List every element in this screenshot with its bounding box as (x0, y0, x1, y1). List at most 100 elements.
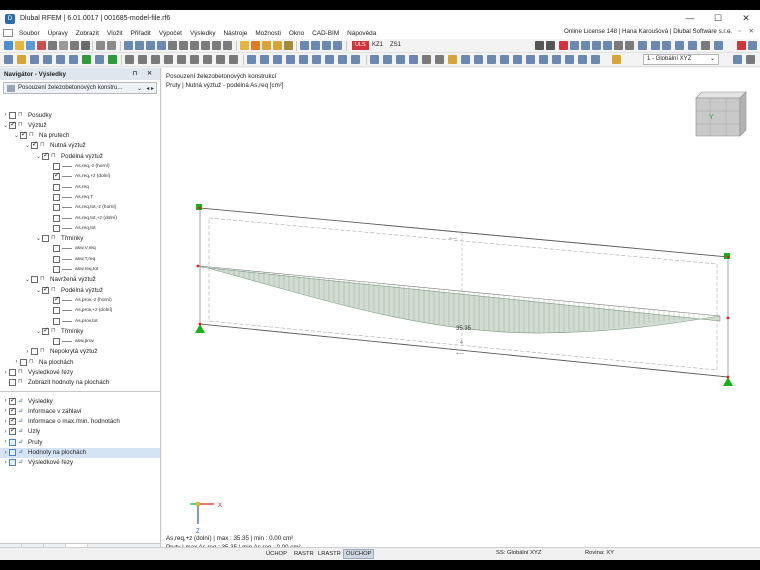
link-icon[interactable] (474, 55, 483, 64)
chevron-right-icon[interactable]: › (2, 408, 9, 414)
tree-row[interactable]: asw,prov (0, 337, 160, 347)
menu-okno[interactable]: Okno (285, 30, 308, 37)
tree-row[interactable]: ⌄ ⊓ Podélná výztuž (0, 285, 160, 295)
snap-grid-icon[interactable] (370, 55, 379, 64)
view-options-icon[interactable] (733, 55, 742, 64)
expand-icon[interactable] (746, 55, 755, 64)
deformation-icon[interactable] (592, 41, 601, 50)
join-icon[interactable] (203, 55, 212, 64)
import-icon[interactable] (513, 55, 522, 64)
calculator-icon[interactable] (240, 41, 249, 50)
wireframe-icon[interactable] (201, 41, 210, 50)
menu-vypocet[interactable]: Výpočet (155, 30, 186, 37)
color-scale-icon[interactable] (651, 41, 660, 50)
comment-icon[interactable] (273, 55, 282, 64)
legend-icon[interactable] (638, 41, 647, 50)
support-node-2[interactable] (724, 253, 730, 259)
tree-row[interactable]: › ⊓ Nepokrytá výztuž (0, 347, 160, 357)
tree-row[interactable]: ⌄ ⊓ Třmínky (0, 234, 160, 244)
chevron-down-icon[interactable]: ⌄ (2, 122, 9, 129)
chevron-right-icon[interactable]: › (2, 429, 9, 435)
menu-moznosti[interactable]: Možnosti (251, 30, 285, 37)
move-icon[interactable] (125, 55, 134, 64)
table-icon[interactable] (300, 41, 309, 50)
filter-icon[interactable] (351, 55, 360, 64)
tree-row[interactable]: ⌄ ⊓ Navržená výztuž (0, 275, 160, 285)
display-tree-row[interactable]: › ⊿ Pruty (0, 437, 160, 447)
display-tree-row[interactable]: › ⊿ Hodnoty na plochách (0, 447, 160, 458)
node-icon[interactable] (17, 55, 26, 64)
display-checkbox[interactable] (9, 459, 16, 467)
undo-icon[interactable] (96, 41, 105, 50)
tree-checkbox[interactable] (20, 130, 27, 140)
trim-icon[interactable] (216, 55, 225, 64)
model-canvas[interactable]: ⟵ ⟵ 35.35 4 Y X Z (162, 68, 760, 556)
tree-checkbox[interactable] (31, 140, 38, 150)
tree-checkbox[interactable] (53, 171, 60, 181)
section-icon[interactable] (614, 41, 623, 50)
view-cube[interactable]: Y (695, 91, 747, 137)
chevron-down-icon[interactable]: ⌄ (24, 142, 31, 149)
print-icon[interactable] (37, 41, 46, 50)
tree-checkbox[interactable] (53, 266, 60, 273)
cs-icon[interactable] (325, 55, 334, 64)
menu-priradit[interactable]: Přiřadit (127, 30, 155, 37)
tree-row[interactable]: › ⊓ Posudky (0, 110, 160, 120)
model-viewport[interactable]: ⟵ ⟵ 35.35 4 Y X Z Posouzení železobetono… (162, 68, 760, 556)
save-icon[interactable] (26, 41, 35, 50)
status-btn-ouchop[interactable]: OUCHOP (343, 549, 375, 559)
tree-row[interactable]: ⌄ ⊓ Výztuž (0, 120, 160, 130)
hinge-icon[interactable] (95, 55, 104, 64)
tree-checkbox[interactable] (53, 245, 60, 253)
printer-icon[interactable] (48, 41, 57, 50)
anim-icon[interactable] (581, 41, 590, 50)
tree-checkbox[interactable] (9, 120, 16, 129)
tree-checkbox[interactable] (31, 276, 38, 284)
ruler-icon[interactable] (409, 55, 418, 64)
edit-table-icon[interactable] (311, 41, 320, 50)
results-icon[interactable] (273, 41, 282, 50)
check-icon[interactable] (262, 41, 271, 50)
layers-icon[interactable] (70, 41, 79, 50)
statistic-icon[interactable] (591, 55, 600, 64)
report-icon[interactable] (81, 41, 90, 50)
display-tree-row[interactable]: › ⊿ Uzly (0, 426, 160, 437)
more-icon[interactable] (748, 41, 757, 50)
member-icon[interactable] (43, 55, 52, 64)
values-icon[interactable] (625, 41, 634, 50)
combo-nav-arrows[interactable]: ◂ ▸ (146, 85, 154, 92)
graph-icon[interactable] (565, 55, 574, 64)
bim-icon[interactable] (487, 55, 496, 64)
tree-checkbox[interactable] (53, 163, 60, 170)
tree-checkbox[interactable] (31, 348, 38, 356)
tree-checkbox[interactable] (20, 358, 27, 366)
view-front-icon[interactable] (124, 41, 133, 50)
tree-row[interactable]: › ⊓ Výsledkové řezy (0, 368, 160, 378)
chevron-down-icon[interactable]: ⌄ (35, 287, 42, 294)
tree-checkbox[interactable] (53, 295, 60, 304)
sync-icon[interactable] (526, 55, 535, 64)
workplane-icon[interactable] (312, 55, 321, 64)
tree-row[interactable]: As,req,+z (dolní) (0, 171, 160, 182)
tree-checkbox[interactable] (53, 317, 60, 325)
display-checkbox[interactable] (9, 396, 16, 405)
open-folder-icon[interactable] (15, 41, 24, 50)
section-cut-icon[interactable] (422, 55, 431, 64)
clipping-icon[interactable] (435, 55, 444, 64)
node-dot-6[interactable] (726, 375, 730, 379)
iso-lines-icon[interactable] (662, 41, 671, 50)
tree-checkbox[interactable] (53, 214, 60, 222)
hamburger-icon[interactable] (3, 29, 13, 37)
tree-checkbox[interactable] (53, 338, 60, 346)
tree-row[interactable]: As,prov,-z (horní) (0, 295, 160, 305)
support-icon[interactable] (82, 55, 91, 64)
scale-icon[interactable] (603, 41, 612, 50)
tree-checkbox[interactable] (9, 379, 16, 387)
view-side-icon[interactable] (135, 41, 144, 50)
chevron-right-icon[interactable]: › (13, 359, 20, 365)
mdi-controls[interactable]: – ▫ ✕ (727, 27, 757, 35)
display-tree-row[interactable]: › ⊿ Výsledky (0, 396, 160, 406)
display-checkbox[interactable] (9, 416, 16, 426)
tree-row[interactable]: As,req,tot,-z (horní) (0, 203, 160, 213)
node-dot-1[interactable] (196, 264, 200, 268)
